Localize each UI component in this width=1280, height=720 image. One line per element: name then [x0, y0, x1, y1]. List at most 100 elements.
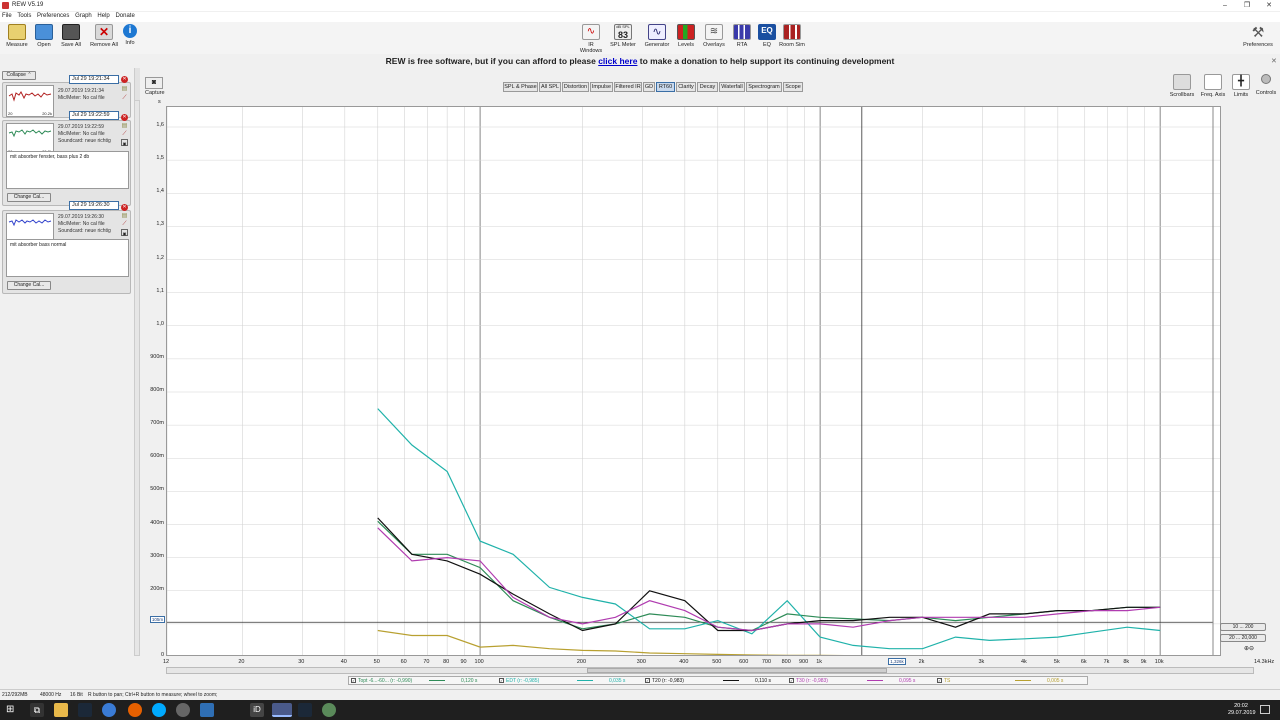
rta-button[interactable]: RTA [731, 24, 753, 48]
measurement-name-field[interactable]: Jul 29 19:26:30 [69, 201, 119, 210]
maximize-button[interactable]: ❐ [1236, 0, 1258, 11]
close-window-button[interactable]: ✕ [1258, 0, 1280, 11]
legend-checkbox[interactable]: ✓ [351, 678, 356, 684]
rt60-plot[interactable] [166, 106, 1221, 656]
zoom-fit-icon[interactable]: ⊕⊖ [1244, 645, 1254, 652]
tab-all-spl[interactable]: All SPL [539, 82, 561, 92]
room-sim-button[interactable]: Room Sim [779, 24, 805, 48]
menu-help[interactable]: Help [95, 12, 111, 20]
eq-button[interactable]: EQ EQ [757, 24, 777, 48]
legend-checkbox[interactable]: ✓ [937, 678, 942, 684]
measurement-notes[interactable]: mit absorber fenster, bass plus 2 db [6, 151, 129, 189]
tab-rt60[interactable]: RT60 [656, 82, 675, 92]
generator-button[interactable]: ∿ Generator [643, 24, 671, 48]
file-explorer-icon[interactable] [54, 703, 68, 717]
tab-gd[interactable]: GD [643, 82, 655, 92]
app-icon-circle[interactable] [176, 703, 190, 717]
x-tick-label: 500 [712, 659, 722, 665]
legend-item[interactable]: ✓ T30 (r: -0,983) [789, 678, 828, 684]
limits-button[interactable]: ╋ Limits [1230, 74, 1252, 98]
scrollbars-button[interactable]: Scrollbars [1168, 74, 1196, 98]
tab-distortion[interactable]: Distortion [562, 82, 589, 92]
camera-icon[interactable]: ◙ [145, 77, 163, 89]
y-scrollbar[interactable] [134, 100, 140, 656]
measurement-name-field[interactable]: Jul 29 19:21:34 [69, 75, 119, 84]
donate-link[interactable]: click here [598, 56, 637, 66]
browser-icon[interactable] [102, 703, 116, 717]
menu-graph[interactable]: Graph [73, 12, 94, 20]
app-icon-square[interactable] [200, 703, 214, 717]
menu-preferences[interactable]: Preferences [35, 12, 71, 20]
legend-checkbox[interactable]: ✓ [645, 678, 650, 684]
remove-measurement-icon[interactable]: ✕ [121, 114, 128, 121]
y-tick-label: 1,4 [156, 188, 164, 195]
change-cal-button[interactable]: Change Cal... [7, 281, 51, 290]
save-all-button[interactable]: Save All [58, 24, 84, 48]
overlays-button[interactable]: ≋ Overlays [701, 24, 727, 48]
spl-meter-button[interactable]: dB SPL 83 SPL Meter [610, 24, 636, 48]
open-button[interactable]: Open [33, 24, 55, 48]
edit-icon[interactable]: ⟋ [121, 131, 128, 138]
minimize-button[interactable]: – [1214, 0, 1236, 11]
app-icon-c[interactable] [152, 703, 166, 717]
tab-impulse[interactable]: Impulse [590, 82, 613, 92]
rew-taskbar-icon[interactable] [272, 703, 292, 717]
legend-checkbox[interactable]: ✓ [789, 678, 794, 684]
remove-all-button[interactable]: ✕ Remove All [88, 24, 120, 48]
preferences-button[interactable]: ⚒ Preferences [1240, 24, 1276, 48]
capture-button[interactable]: Capture [145, 90, 165, 96]
measurement-name-field[interactable]: Jul 29 19:22:59 [69, 111, 119, 120]
menu-tools[interactable]: Tools [15, 12, 33, 20]
info-button[interactable]: i Info [122, 24, 138, 46]
cal-file-icon[interactable]: ▣ [121, 229, 128, 236]
tab-spl-phase[interactable]: SPL & Phase [503, 82, 538, 92]
measurement-notes[interactable]: mit absorber bass normal [6, 239, 129, 277]
collapse-button[interactable]: Collapse ⌃ [2, 71, 36, 80]
app-icon-id[interactable]: iD [250, 703, 264, 717]
measurement-card-2[interactable]: 20 20.2k Jul 29 19:22:59 29.07.2019 19:2… [2, 111, 131, 206]
export-icon[interactable]: ▤ [121, 213, 128, 220]
close-banner-icon[interactable]: ✕ [1271, 57, 1277, 65]
range-20-20000-button[interactable]: 20 ... 20,000 [1220, 634, 1266, 642]
legend-item[interactable]: ✓ Topt -6...-60... (r: -0,990) [351, 678, 412, 684]
tab-filtered-ir[interactable]: Filtered IR [614, 82, 642, 92]
tab-spectrogram[interactable]: Spectrogram [746, 82, 782, 92]
ir-windows-button[interactable]: ∿ IR Windows [577, 24, 605, 54]
firefox-icon[interactable] [128, 703, 142, 717]
freq-axis-button[interactable]: Freq. Axis [1199, 74, 1227, 98]
edit-icon[interactable]: ⟋ [121, 221, 128, 228]
edit-icon[interactable]: ⟋ [121, 95, 128, 102]
remove-measurement-icon[interactable]: ✕ [121, 76, 128, 83]
x-scrollbar[interactable] [166, 667, 1254, 674]
range-10-200-button[interactable]: 10 ... 200 [1220, 623, 1266, 631]
measurement-card-3[interactable]: 20 20.2k Jul 29 19:26:30 29.07.2019 19:2… [2, 201, 131, 294]
tab-decay[interactable]: Decay [697, 82, 718, 92]
measurement-thumbnail[interactable]: 20 20.2k [6, 85, 54, 117]
windows-start-icon[interactable]: ⊞ [6, 705, 16, 715]
taskbar-clock[interactable]: 20:02 29.07.2019 [1228, 703, 1256, 717]
remove-measurement-icon[interactable]: ✕ [121, 204, 128, 211]
levels-button[interactable]: Levels [675, 24, 697, 48]
tab-scope[interactable]: Scope [783, 82, 803, 92]
legend-item[interactable]: ✓ T20 (r: -0,983) [645, 678, 684, 684]
cal-file-icon[interactable]: ▣ [121, 139, 128, 146]
task-view-icon[interactable]: ⧉ [30, 703, 44, 717]
menu-donate[interactable]: Donate [113, 12, 136, 20]
app-icon-globe[interactable] [322, 703, 336, 717]
steam-icon-2[interactable] [298, 703, 312, 717]
measure-button[interactable]: Measure [4, 24, 30, 48]
change-cal-button[interactable]: Change Cal... [7, 193, 51, 202]
tab-waterfall[interactable]: Waterfall [719, 82, 745, 92]
export-icon[interactable]: ▤ [121, 123, 128, 130]
notification-icon[interactable] [1260, 705, 1270, 714]
y-tick-label: 1,5 [156, 155, 164, 162]
menu-file[interactable]: File [0, 12, 14, 20]
tab-clarity[interactable]: Clarity [676, 82, 696, 92]
legend-item[interactable]: ✓ EDT (r: -0,985) [499, 678, 539, 684]
legend-checkbox[interactable]: ✓ [499, 678, 504, 684]
steam-icon[interactable] [78, 703, 92, 717]
x-scroll-thumb[interactable] [587, 668, 887, 673]
controls-button[interactable]: Controls [1255, 74, 1277, 96]
export-icon[interactable]: ▤ [121, 86, 128, 93]
legend-item[interactable]: ✓ TS [937, 678, 950, 684]
